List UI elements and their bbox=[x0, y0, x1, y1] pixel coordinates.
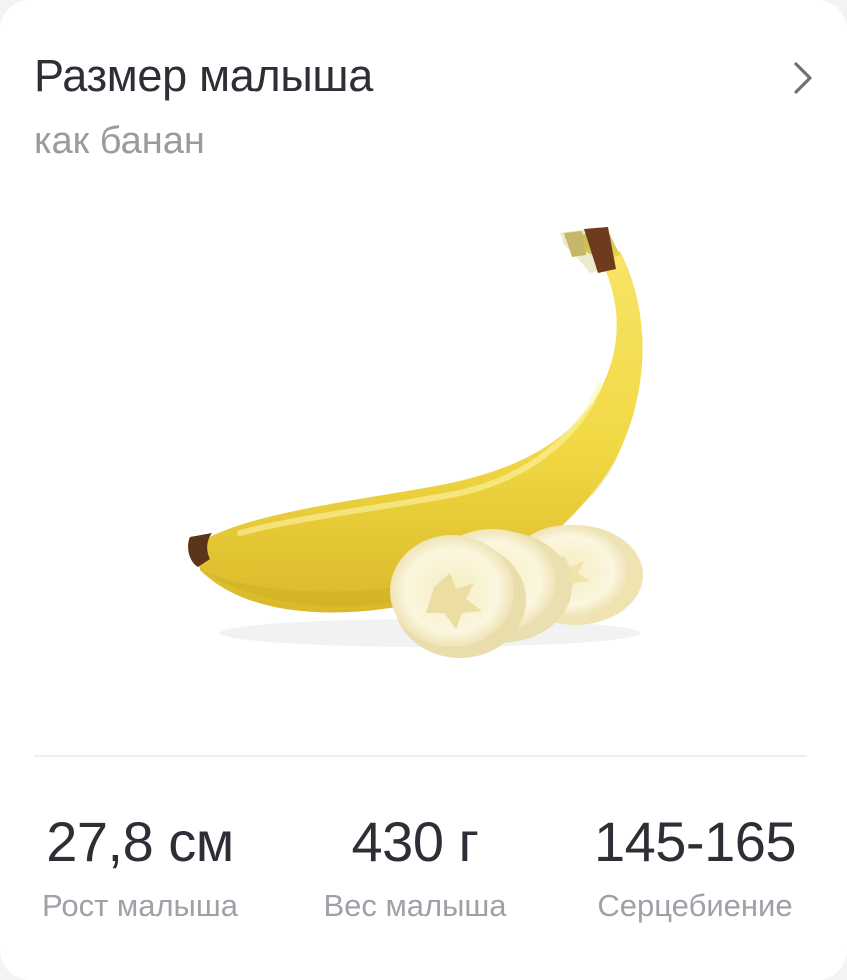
stat-weight-value: 430 г bbox=[351, 810, 479, 873]
stat-weight-label: Вес малыша bbox=[323, 888, 507, 923]
stat-heartbeat-value: 145-165 bbox=[593, 810, 797, 873]
stat-weight: 430 г Вес малыша bbox=[310, 810, 520, 924]
card-subtitle: как банан bbox=[34, 120, 205, 162]
stat-height-value: 27,8 см bbox=[46, 810, 234, 873]
stat-height: 27,8 см Рост малыша bbox=[30, 810, 250, 924]
card-header[interactable]: Размер малыша как банан bbox=[34, 50, 817, 180]
card-title: Размер малыша bbox=[34, 50, 373, 101]
baby-size-card[interactable]: Размер малыша как банан 27,8 см Рост мал… bbox=[0, 0, 847, 980]
stat-heartbeat: 145-165 Серцебиение bbox=[580, 810, 810, 924]
stat-heartbeat-label: Серцебиение bbox=[597, 888, 793, 923]
chevron-right-icon[interactable] bbox=[791, 58, 817, 98]
divider bbox=[34, 755, 807, 757]
banana-illustration bbox=[188, 227, 643, 658]
stat-height-label: Рост малыша bbox=[42, 888, 238, 923]
